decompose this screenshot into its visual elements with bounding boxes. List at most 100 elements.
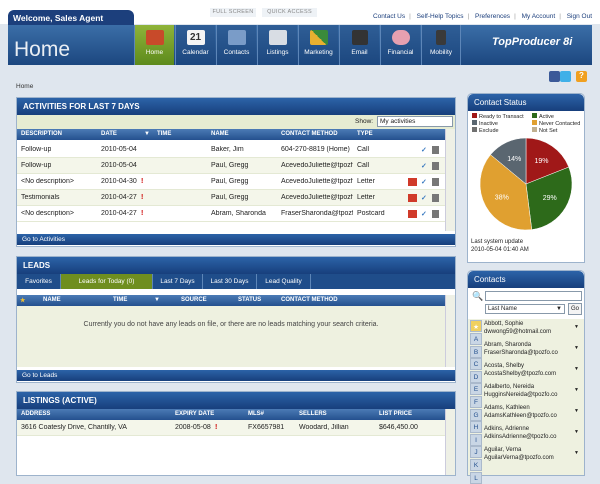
twitter-icon[interactable] [560, 71, 571, 82]
contact-item[interactable]: Adams, Kathleen AdamsKathleen@tpozfo.co ▼ [484, 404, 579, 420]
letter-f[interactable]: F [470, 396, 482, 408]
nav-contacts[interactable]: Contacts [216, 25, 256, 65]
nav-calendar[interactable]: 21 Calendar [175, 25, 215, 65]
contact-item[interactable]: Adkins, Adrienne AdkinsAdrienne@tpozfo.co… [484, 425, 579, 441]
letter-h[interactable]: H [470, 421, 482, 434]
trash-icon[interactable] [432, 178, 439, 186]
table-row[interactable]: Follow-up 2010-05-04 Paul, Gregg AcevedoJul… [17, 158, 445, 174]
col-expiry-date[interactable]: EXPIRY DATE [175, 411, 214, 417]
letter-l[interactable]: L [470, 471, 482, 484]
trash-icon[interactable] [432, 194, 439, 202]
nav-email[interactable]: Email [339, 25, 379, 65]
go-button[interactable]: Go [568, 303, 582, 315]
contact-item[interactable]: Adalberto, Nereida HugginsNereida@tpozfo.… [484, 383, 579, 399]
col-list-price[interactable]: LIST PRICE [379, 411, 412, 417]
activity-description[interactable]: <No description> [21, 178, 74, 185]
pdf-icon[interactable] [408, 194, 417, 202]
contact-item[interactable]: Aguilar, Verna AguilarVerna@tpozfo.com ▼ [484, 446, 579, 462]
col-date[interactable]: DATE [101, 131, 117, 137]
letter-d[interactable]: D [470, 370, 482, 383]
col-lead-status[interactable]: STATUS [238, 297, 261, 303]
table-row[interactable]: Follow-up 2010-05-04 Baker, Jim 604-270-881… [17, 142, 445, 158]
tab-favorites[interactable]: Favorites [17, 274, 61, 289]
letter-i[interactable]: I [470, 433, 482, 446]
go-to-leads-link[interactable]: Go to Leads [17, 370, 455, 381]
sort-select[interactable]: Last Name ▼ [485, 304, 565, 314]
letter-k[interactable]: K [470, 459, 482, 471]
nav-home[interactable]: Home [134, 25, 174, 65]
pdf-icon[interactable] [408, 210, 417, 218]
tab-lead-quality[interactable]: Lead Quality [257, 274, 311, 289]
nav-financial[interactable]: Financial [380, 25, 420, 65]
favorites-star-icon[interactable]: ★ [470, 320, 482, 332]
contact-item[interactable]: Abram, Sharonda FraserSharonda@tpozfo.co ▼ [484, 341, 579, 357]
letter-c[interactable]: C [470, 358, 482, 371]
table-row[interactable]: 3616 Coatesly Drive, Chantilly, VA 2008-… [17, 420, 445, 436]
letter-b[interactable]: B [470, 345, 482, 358]
trash-icon[interactable] [432, 162, 439, 170]
activity-name[interactable]: Abram, Sharonda [211, 210, 266, 217]
activity-description[interactable]: Follow-up [21, 146, 51, 153]
col-description[interactable]: DESCRIPTION [21, 131, 62, 137]
col-address[interactable]: ADDRESS [21, 411, 50, 417]
listing-address[interactable]: 3616 Coatesly Drive, Chantilly, VA [21, 424, 127, 431]
trash-icon[interactable] [432, 146, 439, 154]
pdf-icon[interactable] [408, 178, 417, 186]
nav-mobility[interactable]: Mobility [421, 25, 461, 65]
col-lead-contact-method[interactable]: CONTACT METHOD [281, 297, 338, 303]
activity-name[interactable]: Baker, Jim [211, 146, 244, 153]
tab-leads-today[interactable]: Leads for Today (0) [61, 274, 153, 289]
activity-name[interactable]: Paul, Gregg [211, 162, 248, 169]
contact-item[interactable]: Abbott, Sophie dwwong59@hotmail.com ▼ [484, 320, 579, 336]
leads-scrollbar[interactable] [445, 295, 455, 367]
complete-icon[interactable]: ✓ [421, 146, 427, 154]
full-screen-link[interactable]: FULL SCREEN [210, 8, 256, 17]
chevron-down-icon[interactable]: ▼ [574, 428, 579, 436]
sign-out-link[interactable]: Sign Out [567, 13, 592, 20]
col-contact-method[interactable]: CONTACT METHOD [281, 131, 338, 137]
activities-scrollbar[interactable] [445, 129, 455, 231]
activity-name[interactable]: Paul, Gregg [211, 178, 248, 185]
complete-icon[interactable]: ✓ [421, 210, 427, 218]
chevron-down-icon[interactable]: ▼ [574, 365, 579, 373]
col-lead-name[interactable]: NAME [43, 297, 61, 303]
complete-icon[interactable]: ✓ [421, 194, 427, 202]
col-lead-time[interactable]: TIME [113, 297, 127, 303]
quick-access-link[interactable]: QUICK ACCESS [262, 8, 317, 17]
nav-listings[interactable]: Listings [257, 25, 297, 65]
col-name[interactable]: NAME [211, 131, 229, 137]
activity-description[interactable]: <No description> [21, 210, 74, 217]
activity-description[interactable]: Follow-up [21, 162, 51, 169]
go-to-activities-link[interactable]: Go to Activities [17, 234, 455, 245]
table-row[interactable]: <No description> 2010-04-27 Abram, Sharond… [17, 206, 445, 222]
self-help-link[interactable]: Self-Help Topics [417, 13, 464, 20]
contact-item[interactable]: Acosta, Shelby AcostaShelby@tpozfo.com ▼ [484, 362, 579, 378]
complete-icon[interactable]: ✓ [421, 178, 427, 186]
letter-a[interactable]: A [470, 333, 482, 345]
col-type[interactable]: TYPE [357, 131, 373, 137]
col-lead-source[interactable]: SOURCE [181, 297, 207, 303]
listings-scrollbar[interactable] [445, 409, 455, 475]
nav-marketing[interactable]: Marketing [298, 25, 338, 65]
col-mls[interactable]: MLS# [248, 411, 264, 417]
chevron-down-icon[interactable]: ▼ [574, 344, 579, 352]
contacts-search-input[interactable] [485, 291, 582, 301]
chevron-down-icon[interactable]: ▼ [574, 449, 579, 457]
table-row[interactable]: <No description> 2010-04-30 Paul, Gregg Ace… [17, 174, 445, 190]
activity-name[interactable]: Paul, Gregg [211, 194, 248, 201]
letter-j[interactable]: J [470, 446, 482, 459]
facebook-icon[interactable] [549, 71, 560, 82]
my-account-link[interactable]: My Account [522, 13, 556, 20]
tab-last-30-days[interactable]: Last 30 Days [203, 274, 257, 289]
trash-icon[interactable] [432, 210, 439, 218]
chevron-down-icon[interactable]: ▼ [574, 323, 579, 331]
chevron-down-icon[interactable]: ▼ [574, 407, 579, 415]
complete-icon[interactable]: ✓ [421, 162, 427, 170]
table-row[interactable]: Testimonials 2010-04-27 Paul, Gregg Acevedo… [17, 190, 445, 206]
contact-us-link[interactable]: Contact Us [373, 13, 405, 20]
show-select[interactable]: My activities [377, 116, 453, 127]
chevron-down-icon[interactable]: ▼ [574, 386, 579, 394]
preferences-link[interactable]: Preferences [475, 13, 510, 20]
activity-description[interactable]: Testimonials [21, 194, 60, 201]
tab-last-7-days[interactable]: Last 7 Days [153, 274, 203, 289]
